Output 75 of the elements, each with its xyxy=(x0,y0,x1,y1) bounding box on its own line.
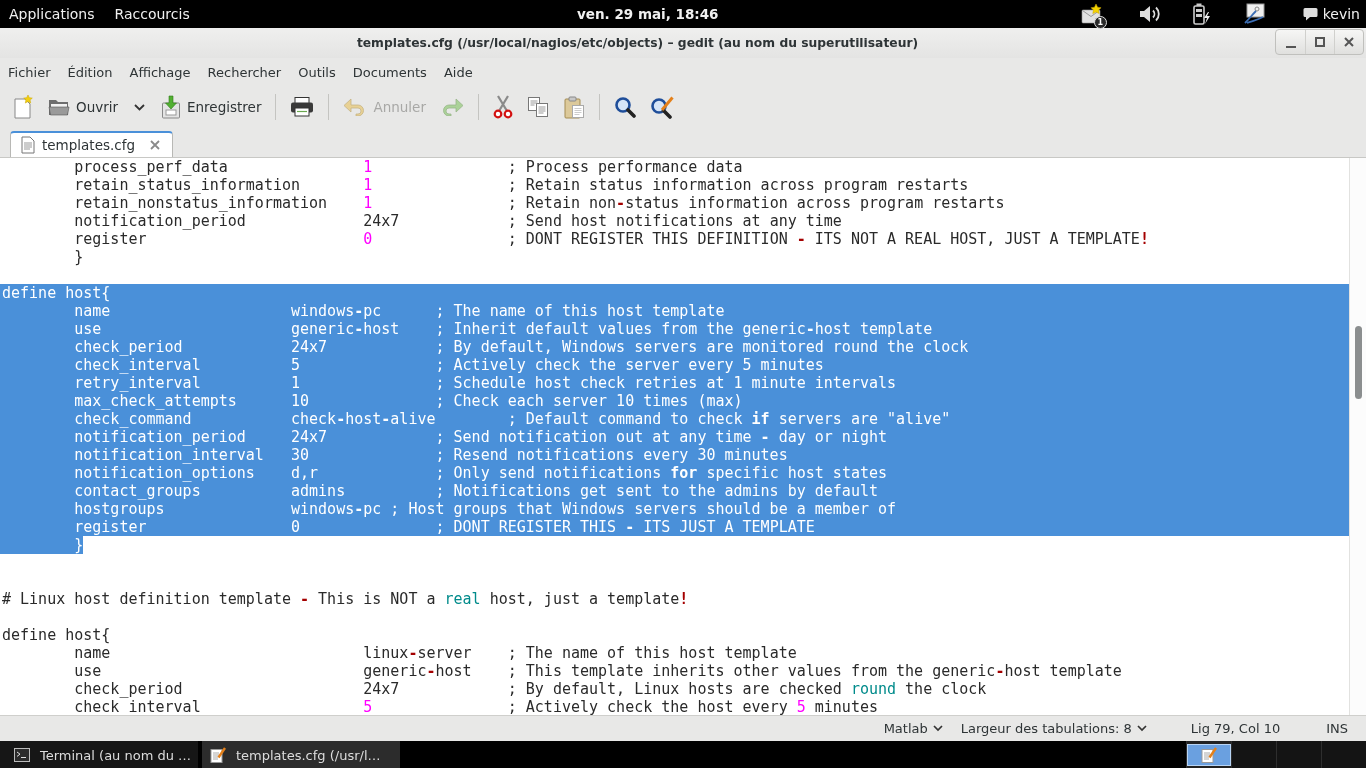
search-icon xyxy=(613,96,636,118)
code-line: check_interval 5 ; Actively check the server every 5 minutes xyxy=(74,356,824,374)
pen-tablet-icon[interactable] xyxy=(1242,3,1267,25)
code-line: hostgroups windows-pc ; Host groups that Windows servers should be a member of xyxy=(74,500,897,518)
printer-icon xyxy=(290,96,315,118)
menu-item[interactable]: Documents xyxy=(344,60,435,84)
caret-icon xyxy=(1136,725,1147,732)
menu-item[interactable]: Édition xyxy=(59,60,121,84)
caret-icon xyxy=(134,103,146,111)
save-icon xyxy=(161,95,182,119)
battery-charging-icon[interactable] xyxy=(1192,3,1211,25)
code-line: contact_groups admins ; Notifications get sent to the admins by default xyxy=(74,482,878,500)
envelope-star-icon[interactable] xyxy=(1080,4,1103,24)
code-line: check_command check-host-alive ; Default command to check if servers are "alive" xyxy=(74,410,951,428)
user-menu[interactable]: kevin xyxy=(1298,4,1366,24)
code-line: notification_interval 30 ; Resend notifications every 30 minutes xyxy=(74,446,788,464)
code-line: check_interval 5 ; Actively check the host every 5 minutes xyxy=(74,698,878,715)
code-line: name linux-server ; The name of this host template xyxy=(74,644,797,662)
code-line: register 0 ; DONT REGISTER THIS DEFINITION - ITS NOT A REAL HOST, JUST A TEMPLATE! xyxy=(74,230,1149,248)
menu-item[interactable]: Fichier xyxy=(0,60,59,84)
close-icon xyxy=(1344,37,1354,47)
taskbar-button[interactable]: Terminal (au nom du … xyxy=(0,741,198,768)
caret-icon xyxy=(932,725,943,732)
copy-icon xyxy=(526,96,549,118)
top-bar-menu[interactable]: Raccourcis xyxy=(107,3,197,25)
notepad-icon xyxy=(210,747,226,763)
save-button[interactable]: Enregistrer xyxy=(155,90,268,124)
code-line: notification_options d,r ; Only send notifications for specific host states xyxy=(74,464,888,482)
code-line: define host{ xyxy=(2,284,111,302)
code-line: check_period 24x7 ; By default, Linux hosts are checked round the clock xyxy=(74,680,987,698)
code-line: define host{ xyxy=(2,626,111,644)
code-line: } xyxy=(74,248,84,266)
open-button[interactable]: Ouvrir xyxy=(42,90,125,124)
code-line: max_check_attempts 10 ; Check each server 10 times (max) xyxy=(74,392,743,410)
document-tab[interactable]: templates.cfg xyxy=(10,131,173,157)
code-line: check_period 24x7 ; By default, Windows servers are monitored round the clock xyxy=(74,338,969,356)
top-bar-menu[interactable]: Applications xyxy=(2,3,102,25)
menu-item[interactable]: Outils xyxy=(290,60,344,84)
text-editor[interactable] xyxy=(0,158,1349,715)
menu-item[interactable]: Affichage xyxy=(121,60,199,84)
menu-item[interactable]: Rechercher xyxy=(199,60,290,84)
scissors-icon xyxy=(492,95,513,119)
cursor-position: Lig 79, Col 10 xyxy=(1190,721,1281,736)
code-line: retain_status_information 1 ; Retain status information across program restarts xyxy=(74,176,969,194)
code-line: retain_nonstatus_information 1 ; Retain non-status information across program restarts xyxy=(74,194,1005,212)
minimize-icon xyxy=(1285,46,1296,48)
search-pencil-icon xyxy=(649,95,674,119)
insert-mode: INS xyxy=(1326,721,1348,736)
close-icon[interactable] xyxy=(150,140,160,150)
code-line: register 0 ; DONT REGISTER THIS - ITS JUST A TEMPLATE xyxy=(74,518,815,536)
code-line: } xyxy=(74,536,84,554)
window-title: templates.cfg (/usr/local/nagios/etc/objects) – gedit (au nom du superutilisateur) xyxy=(355,36,920,50)
code-line: retry_interval 1 ; Schedule host check retries at 1 minute intervals xyxy=(74,374,897,392)
code-line: notification_period 24x7 ; Send host notifications at any time xyxy=(74,212,842,230)
new-document-icon xyxy=(12,95,34,119)
clipboard-icon xyxy=(562,95,585,119)
maximize-icon xyxy=(1315,37,1325,47)
taskbar-button[interactable]: templates.cfg (/usr/l… xyxy=(202,741,400,768)
chat-icon xyxy=(1302,7,1318,21)
code-line: name windows-pc ; The name of this host template xyxy=(74,302,725,320)
tab-width-dropdown[interactable]: Largeur des tabulations: 8 xyxy=(954,719,1153,738)
terminal-icon xyxy=(14,748,30,762)
code-line: # Linux host definition template - This is NOT a real host, just a template! xyxy=(2,590,689,608)
notepad-icon xyxy=(1201,747,1217,763)
volume-icon[interactable] xyxy=(1138,4,1161,24)
code-line: notification_period 24x7 ; Send notification out at any time - day or night xyxy=(74,428,888,446)
document-icon xyxy=(21,136,35,154)
menu-item[interactable]: Aide xyxy=(435,60,481,84)
code-line: use generic-host ; This template inherits other values from the generic-host template xyxy=(74,662,1122,680)
language-dropdown[interactable]: Matlab xyxy=(877,719,949,738)
folder-icon xyxy=(48,97,70,117)
clock[interactable]: ven. 29 mai, 18:46 xyxy=(577,6,719,22)
code-line: process_perf_data 1 ; Process performance data xyxy=(74,158,743,176)
code-line: use generic-host ; Inherit default values from the generic-host template xyxy=(74,320,933,338)
scrollbar-thumb[interactable] xyxy=(1354,326,1362,399)
